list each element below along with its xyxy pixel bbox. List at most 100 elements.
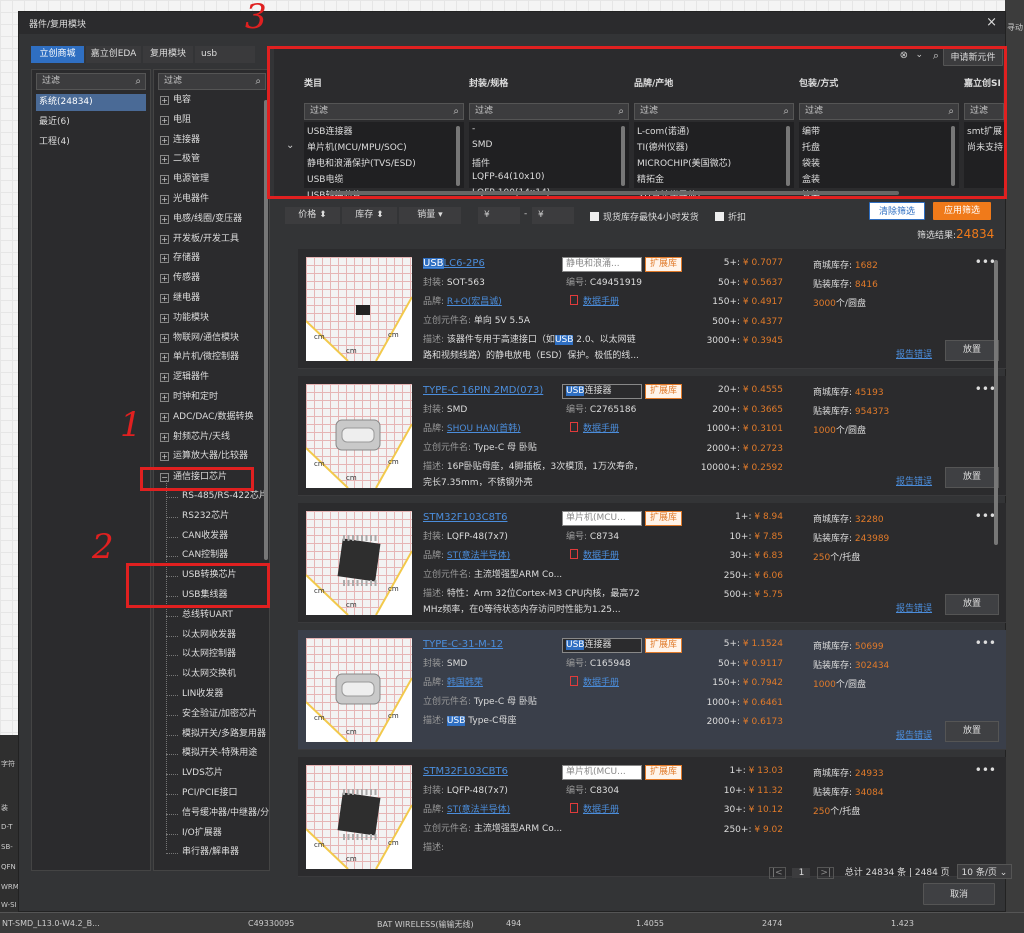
expand-icon[interactable]: + <box>160 214 169 224</box>
tab-lcsc-mall[interactable]: 立创商城 <box>31 46 84 63</box>
tree-item[interactable]: + 电源管理 <box>160 171 209 188</box>
price-max-input[interactable]: ¥ <box>532 207 574 224</box>
product-image[interactable]: cm cm cm <box>306 765 412 869</box>
expand-icon[interactable]: + <box>160 175 169 185</box>
sort-price-button[interactable]: 价格 ⬍ <box>285 207 340 224</box>
product-name-link[interactable]: TYPE-C-31-M-12 <box>423 639 503 650</box>
place-button[interactable]: 放置 <box>945 721 999 742</box>
clear-filter-button[interactable]: 清除筛选 <box>869 202 925 220</box>
more-options-icon[interactable]: ••• <box>975 382 996 396</box>
tree-item[interactable]: + 存储器 <box>160 250 200 267</box>
tree-subitem[interactable]: PCI/PCIE接口 <box>182 785 237 802</box>
datasheet-label[interactable]: 数据手册 <box>583 424 619 434</box>
report-error-link[interactable]: 报告错误 <box>896 474 932 487</box>
sort-stock-button[interactable]: 库存 ⬍ <box>342 207 397 224</box>
datasheet-label[interactable]: 数据手册 <box>583 678 619 688</box>
product-image[interactable]: cm cm cm <box>306 638 412 742</box>
checkbox-icon[interactable] <box>590 212 599 221</box>
tree-subitem[interactable]: RS232芯片 <box>182 508 229 525</box>
place-button[interactable]: 放置 <box>945 340 999 361</box>
tree-item[interactable]: + 开发板/开发工具 <box>160 231 239 248</box>
tree-item[interactable]: + 电阻 <box>160 112 191 129</box>
source-item-system[interactable]: 系统(24834) <box>36 94 146 111</box>
discount-checkbox[interactable]: 折扣 <box>715 210 746 223</box>
tree-item[interactable]: + 运算放大器/比较器 <box>160 448 248 465</box>
tree-subitem[interactable]: 以太网控制器 <box>182 646 236 663</box>
search-icon[interactable]: ⌕ <box>255 74 261 89</box>
more-options-icon[interactable]: ••• <box>975 763 996 777</box>
expand-icon[interactable]: + <box>160 313 169 323</box>
product-image[interactable]: cm cm cm <box>306 511 412 615</box>
brand-link[interactable]: R+O(宏昌诚) <box>447 297 502 307</box>
tree-item[interactable]: + 射频芯片/天线 <box>160 429 230 446</box>
brand-link[interactable]: 韩国韩荣 <box>447 678 483 688</box>
datasheet-link[interactable]: 数据手册 <box>570 675 619 688</box>
expand-icon[interactable]: + <box>160 373 169 383</box>
close-icon[interactable]: × <box>986 15 997 30</box>
brand-link[interactable]: SHOU HAN(首韩) <box>447 424 521 434</box>
datasheet-link[interactable]: 数据手册 <box>570 548 619 561</box>
tree-subitem[interactable]: 安全验证/加密芯片 <box>182 706 257 723</box>
tree-subitem[interactable]: 总线转UART <box>182 607 233 624</box>
expand-icon[interactable]: + <box>160 115 169 125</box>
more-options-icon[interactable]: ••• <box>975 255 996 269</box>
product-card[interactable]: cm cm cm USBLC6-2P6 静电和浪涌... 扩展库 封装: SOT-563 品牌… <box>298 249 1006 369</box>
pdf-icon[interactable] <box>570 549 578 559</box>
sort-sales-button[interactable]: 销量 ▾ <box>399 207 461 224</box>
expand-icon[interactable]: + <box>160 353 169 363</box>
brand-link[interactable]: ST(意法半导体) <box>447 551 510 561</box>
expand-icon[interactable]: + <box>160 135 169 145</box>
tree-item[interactable]: + 单片机/微控制器 <box>160 349 239 366</box>
tree-item[interactable]: + 光电器件 <box>160 191 209 208</box>
pdf-icon[interactable] <box>570 676 578 686</box>
tree-subitem[interactable]: LIN收发器 <box>182 686 223 703</box>
expand-icon[interactable]: + <box>160 432 169 442</box>
product-card[interactable]: cm cm cm STM32F103C8T6 单片机(MCU... 扩展库 封装: LQFP… <box>298 503 1006 623</box>
tree-subitem[interactable]: 以太网收发器 <box>182 627 236 644</box>
tree-item[interactable]: + 二极管 <box>160 151 200 168</box>
tree-subitem[interactable]: I/O扩展器 <box>182 825 222 842</box>
tree-item[interactable]: + ADC/DAC/数据转换 <box>160 409 254 426</box>
source-item-recent[interactable]: 最近(6) <box>36 114 146 131</box>
fast-ship-checkbox[interactable]: 现货库存最快4小时发货 <box>590 210 699 223</box>
datasheet-label[interactable]: 数据手册 <box>583 551 619 561</box>
tree-subitem[interactable]: 模拟开关-特殊用途 <box>182 745 257 762</box>
report-error-link[interactable]: 报告错误 <box>896 601 932 614</box>
expand-icon[interactable]: + <box>160 294 169 303</box>
apply-filter-button[interactable]: 应用筛选 <box>933 202 991 220</box>
tab-jlc-eda[interactable]: 嘉立创EDA <box>86 46 141 63</box>
tree-subitem[interactable]: CAN收发器 <box>182 528 228 545</box>
tree-subitem[interactable]: 串行器/解串器 <box>182 844 239 861</box>
expand-icon[interactable]: + <box>160 195 169 204</box>
tab-reuse-modules[interactable]: 复用模块 <box>143 46 193 63</box>
more-options-icon[interactable]: ••• <box>975 636 996 650</box>
tree-item[interactable]: + 电感/线圈/变压器 <box>160 211 242 228</box>
datasheet-link[interactable]: 数据手册 <box>570 294 619 307</box>
product-image[interactable]: cm cm cm <box>306 257 412 361</box>
product-image[interactable]: cm cm cm <box>306 384 412 488</box>
expand-icon[interactable]: + <box>160 234 169 244</box>
tree-item[interactable]: + 时钟和定时 <box>160 389 218 406</box>
tree-item[interactable]: + 继电器 <box>160 290 200 307</box>
expand-icon[interactable]: + <box>160 155 169 165</box>
place-button[interactable]: 放置 <box>945 467 999 488</box>
report-error-link[interactable]: 报告错误 <box>896 347 932 360</box>
product-name-link[interactable]: USBLC6-2P6 <box>423 258 485 269</box>
tree-item[interactable]: + 物联网/通信模块 <box>160 330 239 347</box>
source-filter-input[interactable]: 过滤 ⌕ <box>36 73 146 90</box>
product-name-link[interactable]: TYPE-C 16PIN 2MD(073) <box>423 385 543 396</box>
pdf-icon[interactable] <box>570 803 578 813</box>
tree-item[interactable]: + 连接器 <box>160 132 200 149</box>
brand-link[interactable]: ST(意法半导体) <box>447 805 510 815</box>
price-min-input[interactable]: ¥ <box>478 207 520 224</box>
product-card[interactable]: cm cm cm TYPE-C 16PIN 2MD(073) USB连接器 扩展库 封装: … <box>298 376 1006 496</box>
report-error-link[interactable]: 报告错误 <box>896 728 932 741</box>
category-filter-input[interactable]: 过滤 ⌕ <box>158 73 266 90</box>
tree-subitem[interactable]: CAN控制器 <box>182 547 228 564</box>
results-scrollbar[interactable] <box>994 260 998 545</box>
tree-item[interactable]: + 功能模块 <box>160 310 209 327</box>
expand-icon[interactable]: + <box>160 333 169 343</box>
search-tab-input[interactable]: usb <box>195 46 255 63</box>
tree-item[interactable]: + 电容 <box>160 92 191 109</box>
last-page-icon[interactable]: >| <box>817 867 834 879</box>
